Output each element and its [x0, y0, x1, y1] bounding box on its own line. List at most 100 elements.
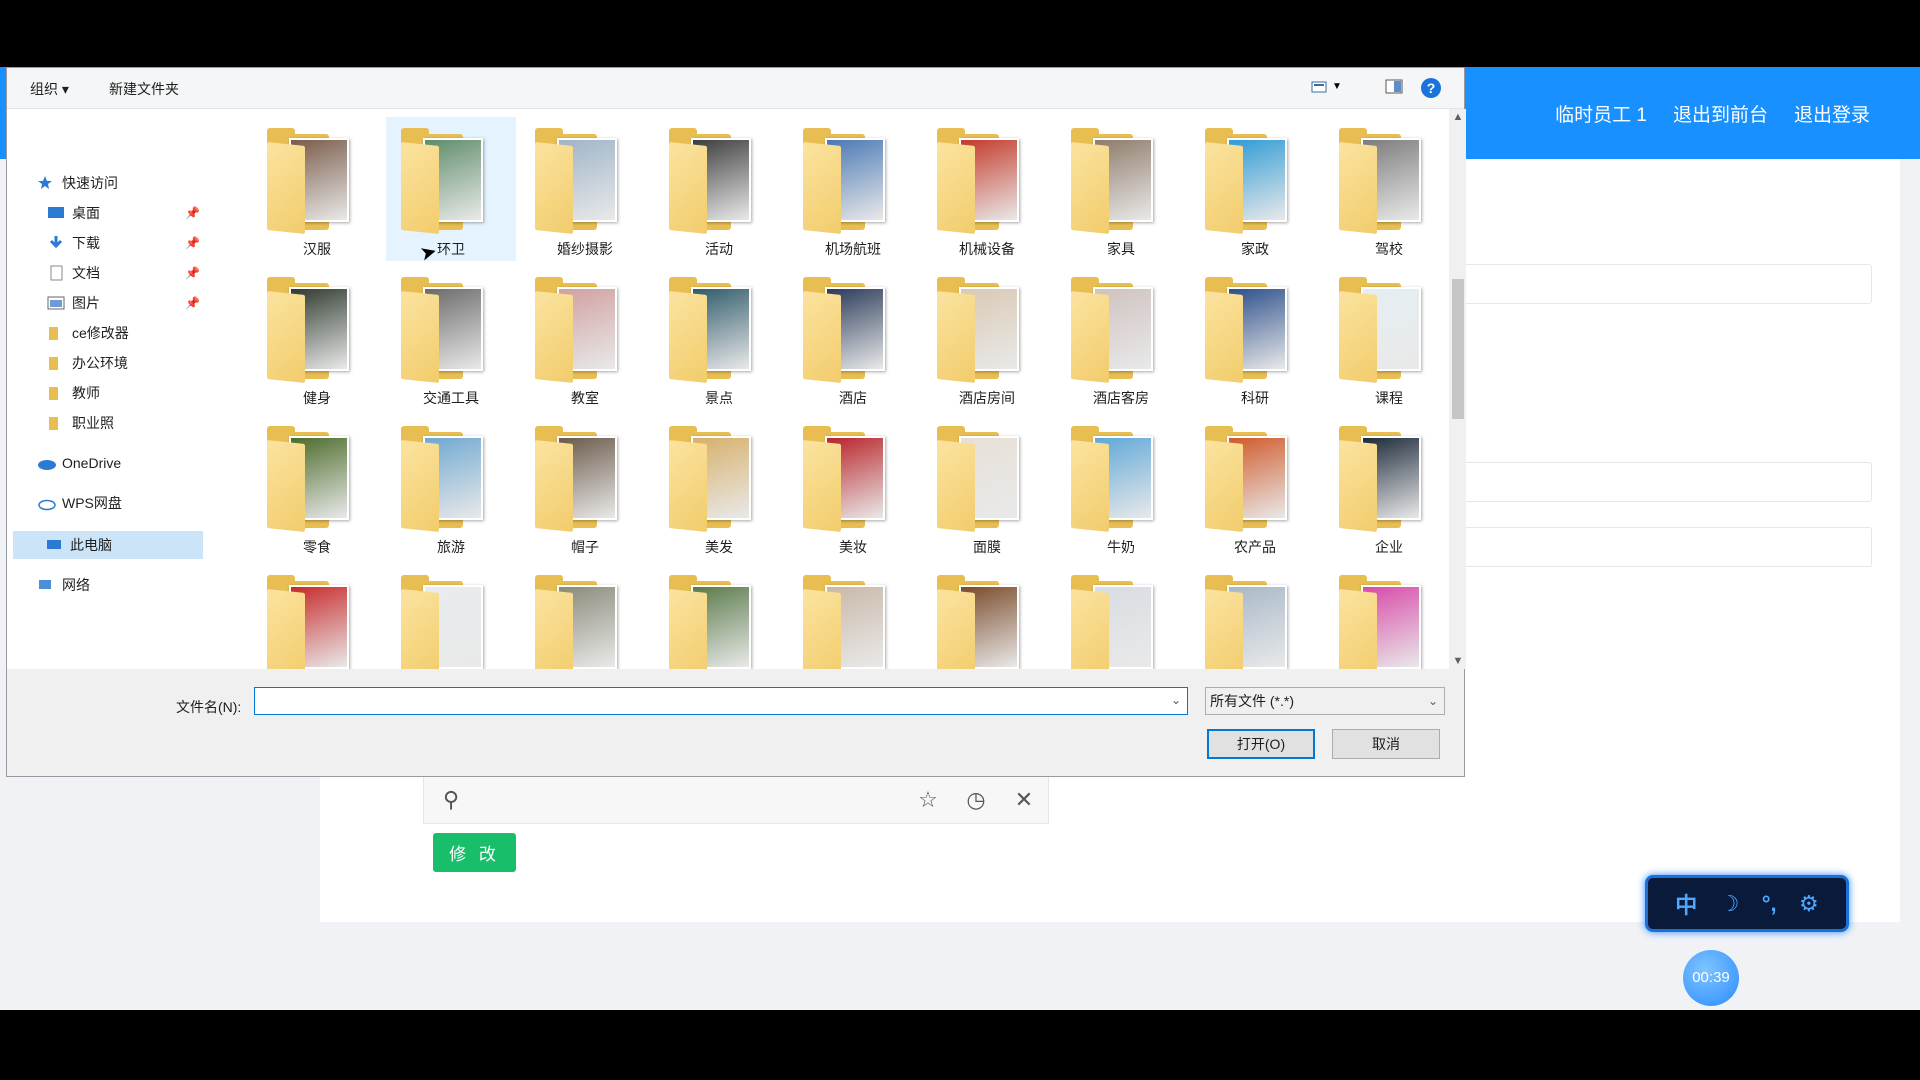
- nav-documents[interactable]: 文档: [47, 259, 100, 287]
- folder-item[interactable]: [788, 564, 918, 669]
- folder-item[interactable]: 面膜: [922, 415, 1052, 559]
- scrollbar-thumb[interactable]: [1452, 279, 1464, 419]
- nav-user[interactable]: 临时员工 1: [1555, 100, 1647, 127]
- folder-item[interactable]: 农产品: [1190, 415, 1320, 559]
- view-icon[interactable]: [1310, 77, 1330, 97]
- folder-icon: [1339, 573, 1423, 669]
- timer-badge: 00:39: [1683, 950, 1739, 1006]
- folder-item[interactable]: [386, 564, 516, 669]
- search-icon[interactable]: ⚲: [437, 786, 465, 814]
- folder-item[interactable]: 景点: [654, 266, 784, 410]
- folder-item[interactable]: 课程: [1324, 266, 1449, 410]
- folder-item[interactable]: [922, 564, 1052, 669]
- chevron-down-icon[interactable]: ▼: [1332, 81, 1352, 101]
- nav-wps-cloud[interactable]: WPS网盘: [37, 489, 122, 517]
- scroll-up-icon[interactable]: ▲: [1452, 111, 1464, 123]
- nav-back-to-front[interactable]: 退出到前台: [1673, 100, 1768, 127]
- nav-this-pc[interactable]: 此电脑: [45, 531, 112, 559]
- folder-item[interactable]: 帽子: [520, 415, 650, 559]
- folder-icon: [267, 573, 351, 669]
- form-field[interactable]: [1462, 527, 1872, 567]
- folder-item[interactable]: 家政: [1190, 117, 1320, 261]
- clock-icon[interactable]: ◷: [962, 786, 990, 814]
- tools-icon[interactable]: ✕: [1010, 786, 1038, 814]
- folder-item[interactable]: 婚纱摄影: [520, 117, 650, 261]
- desktop-icon: [47, 205, 65, 221]
- folder-icon: [47, 325, 65, 341]
- nav-onedrive[interactable]: OneDrive: [37, 449, 121, 477]
- folder-item[interactable]: 机场航班: [788, 117, 918, 261]
- folder-item[interactable]: 健身: [252, 266, 382, 410]
- new-folder-button[interactable]: 新建文件夹: [109, 79, 179, 99]
- preview-pane-icon[interactable]: [1384, 77, 1404, 97]
- folder-item[interactable]: [1190, 564, 1320, 669]
- star-icon[interactable]: ☆: [914, 786, 942, 814]
- folder-item[interactable]: 家具: [1056, 117, 1186, 261]
- filename-label: 文件名(N):: [176, 699, 242, 715]
- ime-chinese-icon[interactable]: 中: [1675, 888, 1697, 920]
- folder-item[interactable]: 酒店: [788, 266, 918, 410]
- folder-item[interactable]: [252, 564, 382, 669]
- form-field[interactable]: [1462, 462, 1872, 502]
- modify-button[interactable]: 修 改: [433, 833, 516, 872]
- nav-pictures[interactable]: 图片: [47, 289, 100, 317]
- form-field[interactable]: [1462, 264, 1872, 304]
- filename-input[interactable]: ⌄: [254, 687, 1188, 715]
- folder-item[interactable]: [1324, 564, 1449, 669]
- folder-label: 课程: [1375, 390, 1403, 406]
- folder-icon: [401, 275, 485, 383]
- folder-icon: [669, 275, 753, 383]
- nav-folder-teacher[interactable]: 教师: [47, 379, 100, 407]
- folder-item[interactable]: 旅游: [386, 415, 516, 559]
- folder-icon: [267, 275, 351, 383]
- folder-label: 教室: [571, 390, 599, 406]
- folder-icon: [803, 126, 887, 234]
- chevron-down-icon[interactable]: ⌄: [1171, 693, 1181, 707]
- vertical-scrollbar[interactable]: ▲ ▼: [1450, 109, 1466, 669]
- filename-text[interactable]: [259, 688, 1163, 714]
- nav-downloads[interactable]: 下载: [47, 229, 100, 257]
- folder-item[interactable]: 酒店客房: [1056, 266, 1186, 410]
- punctuation-icon[interactable]: °,: [1762, 891, 1777, 917]
- folder-item[interactable]: 酒店房间: [922, 266, 1052, 410]
- folder-item[interactable]: 驾校: [1324, 117, 1449, 261]
- folder-icon: [47, 415, 65, 431]
- folder-item[interactable]: 活动: [654, 117, 784, 261]
- nav-folder-career-photo[interactable]: 职业照: [47, 409, 114, 437]
- folder-item[interactable]: 企业: [1324, 415, 1449, 559]
- nav-network[interactable]: 网络: [37, 571, 90, 599]
- nav-folder-ce[interactable]: ce修改器: [47, 319, 129, 347]
- folder-item[interactable]: 零食: [252, 415, 382, 559]
- folder-item[interactable]: 教室: [520, 266, 650, 410]
- nav-quick-access[interactable]: 快速访问: [37, 169, 118, 197]
- moon-icon[interactable]: ☽: [1720, 891, 1740, 917]
- folder-icon: [1205, 424, 1289, 532]
- nav-folder-office[interactable]: 办公环境: [47, 349, 128, 377]
- folder-icon: [401, 126, 485, 234]
- folder-label: 交通工具: [423, 390, 479, 406]
- folder-item[interactable]: 美妆: [788, 415, 918, 559]
- folder-item[interactable]: 美发: [654, 415, 784, 559]
- cancel-button[interactable]: 取消: [1332, 729, 1440, 759]
- open-button[interactable]: 打开(O): [1207, 729, 1315, 759]
- folder-item[interactable]: [654, 564, 784, 669]
- folder-item[interactable]: 环卫: [386, 117, 516, 261]
- nav-logout[interactable]: 退出登录: [1794, 100, 1870, 127]
- folder-label: 驾校: [1375, 241, 1403, 257]
- folder-item[interactable]: 交通工具: [386, 266, 516, 410]
- folder-label: 美妆: [839, 539, 867, 555]
- folder-item[interactable]: 机械设备: [922, 117, 1052, 261]
- help-icon[interactable]: ?: [1421, 78, 1441, 98]
- folder-item[interactable]: 牛奶: [1056, 415, 1186, 559]
- folder-item[interactable]: 汉服: [252, 117, 382, 261]
- settings-icon[interactable]: ⚙: [1799, 891, 1819, 917]
- folder-item[interactable]: [520, 564, 650, 669]
- folder-label: 环卫: [437, 241, 465, 257]
- folder-item[interactable]: 科研: [1190, 266, 1320, 410]
- organize-menu[interactable]: 组织 ▾: [30, 79, 69, 99]
- folder-label: 婚纱摄影: [557, 241, 613, 257]
- scroll-down-icon[interactable]: ▼: [1452, 655, 1464, 667]
- nav-desktop[interactable]: 桌面: [47, 199, 100, 227]
- folder-item[interactable]: [1056, 564, 1186, 669]
- filetype-select[interactable]: 所有文件 (*.*) ⌄: [1205, 687, 1445, 715]
